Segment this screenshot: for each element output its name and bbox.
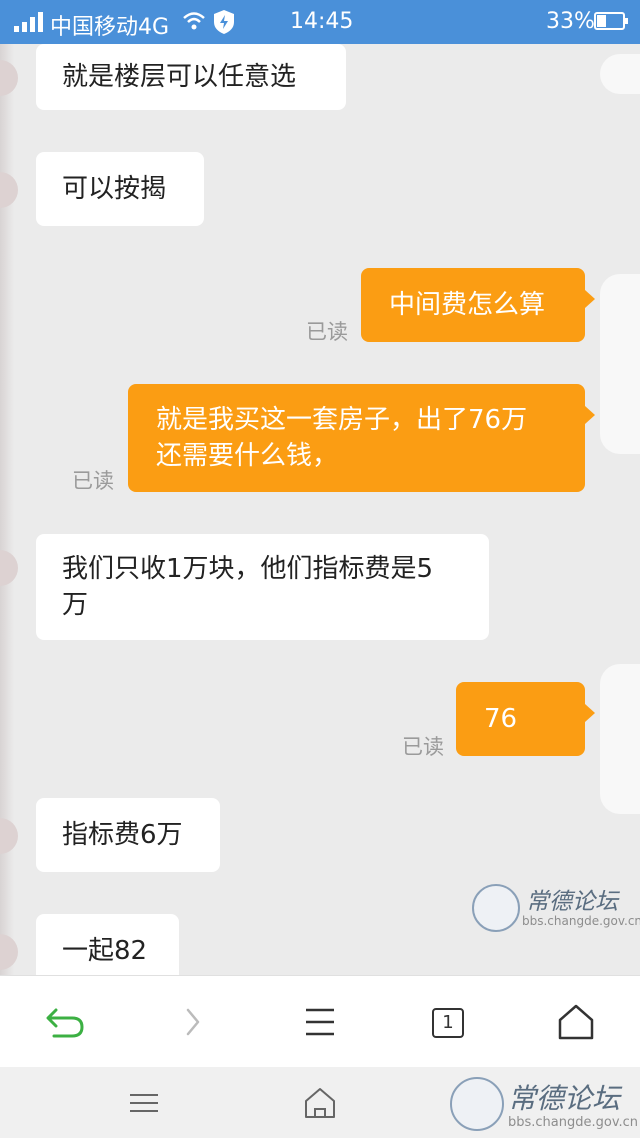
menu-icon <box>306 1008 334 1036</box>
battery-icon <box>594 12 628 30</box>
wifi-icon <box>183 12 205 30</box>
message-text: 就是楼层可以任意选 <box>62 62 297 92</box>
signal-icon <box>14 12 43 32</box>
forum-watermark: 常德论坛 bbs.changde.gov.cn <box>450 1073 638 1133</box>
forum-seal-icon <box>472 884 520 932</box>
watermark-title: 常德论坛 <box>508 1082 621 1115</box>
message-text: 万 <box>62 590 89 620</box>
tabs-button[interactable]: 1 <box>432 1008 464 1038</box>
read-status: 已读 <box>72 469 114 493</box>
message-text: 指标费6万 <box>62 820 183 850</box>
nav-menu-button[interactable] <box>126 1085 162 1121</box>
outgoing-message[interactable]: 就是我买这一套房子，出了76万 还需要什么钱， <box>128 384 595 492</box>
watermark-url: bbs.changde.gov.cn <box>522 914 640 928</box>
message-text: 还需要什么钱， <box>156 441 339 471</box>
avatar <box>0 550 18 586</box>
carrier-label: 中国移动4G <box>50 15 170 40</box>
home-button[interactable] <box>554 1000 598 1044</box>
read-status: 已读 <box>402 735 444 759</box>
shield-icon <box>214 10 234 34</box>
nav-home-button[interactable] <box>302 1085 338 1121</box>
watermark-url: bbs.changde.gov.cn <box>508 1115 639 1130</box>
chat-area[interactable]: 就是楼层可以任意选 可以按揭 已读 中间费怎么算 已读 就是我买这一套房子，出了… <box>0 44 640 975</box>
battery-percent: 33% <box>546 9 595 34</box>
message-text: 一起82 <box>62 936 148 966</box>
redaction-mark <box>600 54 640 94</box>
outgoing-message[interactable]: 中间费怎么算 <box>361 268 595 342</box>
avatar <box>0 60 18 96</box>
menu-icon <box>130 1094 158 1112</box>
outgoing-message[interactable]: 76 <box>456 682 595 756</box>
avatar <box>0 172 18 208</box>
avatar <box>0 818 18 854</box>
redaction-mark <box>600 664 640 814</box>
system-nav-bar: 常德论坛 bbs.changde.gov.cn <box>0 1067 640 1138</box>
incoming-message[interactable]: 可以按揭 <box>36 152 204 226</box>
home-icon <box>558 1004 594 1040</box>
incoming-message[interactable]: 就是楼层可以任意选 <box>36 44 346 110</box>
read-status: 已读 <box>306 320 348 344</box>
menu-button[interactable] <box>298 1000 342 1044</box>
message-text: 我们只收1万块，他们指标费是5 <box>62 554 434 584</box>
watermark-title: 常德论坛 <box>526 889 618 915</box>
avatar <box>0 934 18 970</box>
forward-button[interactable] <box>170 1000 214 1044</box>
home-icon <box>305 1088 335 1118</box>
status-bar: 中国移动4G 14:45 33% <box>0 0 640 44</box>
incoming-message[interactable]: 指标费6万 <box>36 798 220 872</box>
clock: 14:45 <box>290 9 354 34</box>
tab-count: 1 <box>442 1012 454 1033</box>
back-icon <box>46 1008 84 1038</box>
incoming-message[interactable]: 一起82 <box>36 914 179 975</box>
forward-icon <box>186 1008 200 1036</box>
message-text: 中间费怎么算 <box>389 290 546 320</box>
forum-seal-icon <box>450 1077 504 1131</box>
browser-toolbar: 1 <box>0 975 640 1068</box>
message-text: 76 <box>484 704 518 734</box>
incoming-message[interactable]: 我们只收1万块，他们指标费是5 万 <box>36 534 489 640</box>
message-text: 可以按揭 <box>62 174 167 204</box>
back-button[interactable] <box>44 1000 88 1044</box>
forum-watermark: 常德论坛 bbs.changde.gov.cn <box>472 882 640 932</box>
message-text: 就是我买这一套房子，出了76万 <box>156 405 528 435</box>
redaction-mark <box>600 274 640 454</box>
